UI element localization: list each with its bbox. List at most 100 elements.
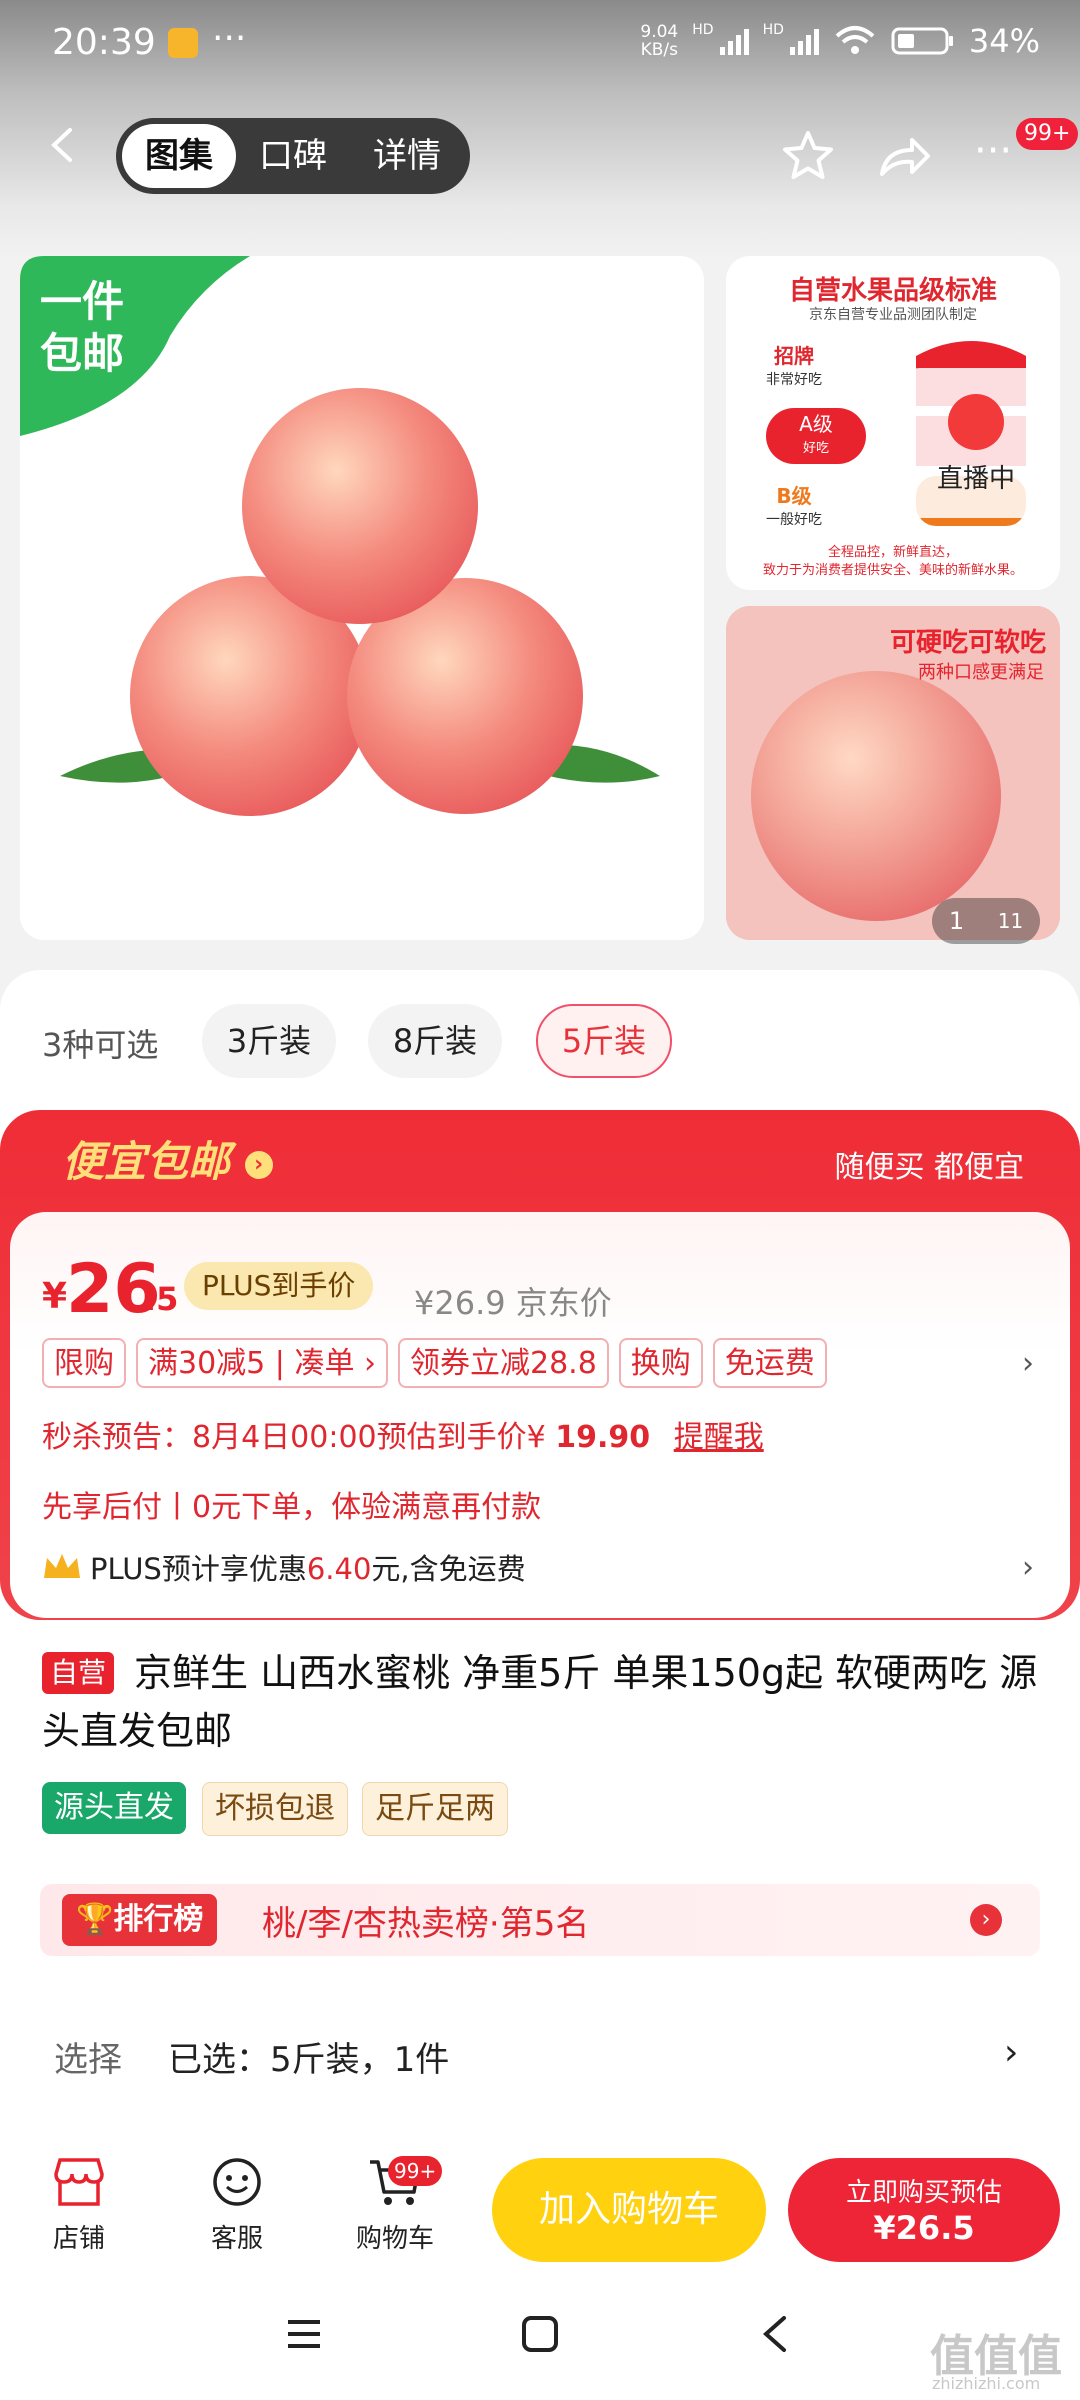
- grade-signature: 招牌: [774, 344, 814, 368]
- cart-badge: 99+: [388, 2156, 443, 2186]
- favorite-star-icon[interactable]: [780, 128, 836, 184]
- promo-tags: 限购 满30减5 | 凑单 › 领券立减28.8 换购 免运费: [42, 1338, 827, 1388]
- share-icon[interactable]: [876, 128, 932, 184]
- more-menu-icon[interactable]: ···: [974, 128, 1012, 174]
- back-arrow-icon[interactable]: [46, 128, 80, 162]
- self-operated-badge: 自营: [42, 1652, 115, 1694]
- live-stream-badge[interactable]: 直播中: [904, 368, 1048, 518]
- customer-service-button[interactable]: 客服: [182, 2156, 292, 2255]
- battery-icon: [891, 27, 953, 55]
- more-notifications-icon: ···: [212, 18, 247, 59]
- free-shipping-label: 一件 包邮: [40, 276, 124, 380]
- trophy-icon: 🏆: [76, 1902, 114, 1937]
- system-nav-bar: [0, 2290, 1080, 2400]
- buy-now-button[interactable]: 立即购买预估 ¥26.5: [788, 2158, 1060, 2262]
- plus-savings-label: PLUS预计享优惠: [90, 1552, 307, 1586]
- grade-b: B级: [776, 484, 812, 508]
- grade-signature-sub: 非常好吃: [766, 372, 822, 388]
- tag-limit[interactable]: 限购: [42, 1338, 126, 1388]
- grade-a: A级: [799, 412, 833, 436]
- selection-chevron-icon[interactable]: ›: [1004, 2032, 1018, 2073]
- net-speed-unit: KB/s: [640, 40, 679, 60]
- tag-damage-refund: 坏损包退: [202, 1782, 348, 1836]
- selection-value: 已选：5斤装，1件: [168, 2040, 450, 2080]
- thumbnail-peach-texture[interactable]: 可硬吃可软吃 两种口感更满足: [726, 606, 1060, 940]
- signal-icon-1: [719, 27, 749, 55]
- grade-footer-2: 致力于为消费者提供安全、美味的新鲜水果。: [762, 563, 1023, 578]
- option-5jin-selected[interactable]: 5斤装: [536, 1004, 672, 1078]
- view-tabs: 图集 口碑 详情: [116, 118, 470, 194]
- status-right: 9.04 KB/s HD HD 34%: [640, 22, 1040, 60]
- tab-gallery[interactable]: 图集: [122, 124, 236, 188]
- texture-title: 可硬吃可软吃: [889, 628, 1046, 658]
- ranking-text: 桃/李/杏热卖榜·第5名: [262, 1904, 590, 1944]
- shop-label: 店铺: [52, 2224, 105, 2254]
- counter-total: 11: [997, 909, 1024, 933]
- tag-discount-bundle[interactable]: 满30减5 | 凑单 ›: [136, 1338, 388, 1388]
- texture-subtitle: 两种口感更满足: [918, 662, 1044, 683]
- customer-service-label: 客服: [210, 2224, 263, 2254]
- network-speed: 9.04 KB/s: [640, 23, 678, 59]
- grade-standard-subtitle: 京东自营专业品测团队制定: [809, 307, 977, 323]
- menu-icon[interactable]: [284, 2314, 324, 2354]
- promo-title-text: 便宜包邮: [62, 1137, 231, 1186]
- battery-percent: 34%: [968, 22, 1040, 60]
- jd-price: ¥26.9 京东价: [414, 1284, 612, 1322]
- promo-tags-chevron-icon[interactable]: ›: [1022, 1346, 1034, 1381]
- price-currency: ¥: [42, 1276, 68, 1317]
- option-3jin[interactable]: 3斤装: [202, 1004, 336, 1078]
- hd-label-2: HD: [762, 22, 784, 38]
- tag-exchange[interactable]: 换购: [618, 1338, 703, 1388]
- home-icon[interactable]: [520, 2314, 560, 2354]
- shop-icon: [54, 2158, 104, 2206]
- customer-service-icon: [213, 2158, 261, 2206]
- plus-savings-suffix: 元,含免运费: [371, 1552, 526, 1586]
- buy-now-label: 立即购买预估: [845, 2178, 1002, 2208]
- buy-now-price: ¥26.5: [873, 2209, 975, 2247]
- grade-b-sub: 一般好吃: [766, 512, 822, 528]
- plus-savings[interactable]: PLUS预计享优惠6.40元,含免运费: [42, 1546, 526, 1588]
- seckill-notice: 秒杀预告：8月4日00:00预估到手价¥ 19.90 提醒我: [42, 1412, 764, 1456]
- tag-coupon[interactable]: 领券立减28.8: [397, 1338, 609, 1388]
- ranking-tag: 🏆排行榜: [62, 1894, 218, 1946]
- grade-standard-title: 自营水果品级标准: [788, 276, 997, 306]
- cart-label: 购物车: [355, 2224, 434, 2254]
- ranking-arrow-icon[interactable]: ›: [970, 1904, 1002, 1936]
- message-badge: 99+: [1016, 118, 1079, 150]
- promo-slogan: 随便买 都便宜: [834, 1150, 1024, 1185]
- plus-savings-amount: 6.40: [306, 1552, 372, 1586]
- tab-reviews[interactable]: 口碑: [236, 124, 350, 188]
- add-to-cart-button[interactable]: 加入购物车: [492, 2158, 766, 2262]
- plus-price-tag: PLUS到手价: [184, 1262, 374, 1310]
- nav-back-icon[interactable]: [756, 2314, 796, 2354]
- hd-label-1: HD: [692, 22, 714, 38]
- ribbon-line-2: 包邮: [40, 329, 125, 378]
- plus-chevron-icon[interactable]: ›: [1022, 1550, 1034, 1585]
- status-bar: 20:39 ··· 9.04 KB/s HD HD 34%: [0, 0, 1080, 96]
- ribbon-line-1: 一件: [40, 277, 125, 326]
- selection-label: 选择: [54, 2040, 122, 2080]
- live-label: 直播中: [936, 464, 1015, 494]
- pay-later-text[interactable]: 先享后付丨0元下单，体验满意再付款: [42, 1482, 541, 1526]
- image-counter: 1 11: [932, 898, 1040, 944]
- seckill-price: 19.90: [555, 1420, 651, 1455]
- live-icon: [948, 394, 1004, 450]
- remind-me-link[interactable]: 提醒我: [674, 1420, 764, 1455]
- tag-free-shipping[interactable]: 免运费: [712, 1338, 827, 1388]
- promo-arrow-icon: ›: [244, 1150, 273, 1179]
- watermark-sub: zhizhizhi.com: [932, 2374, 1041, 2393]
- tag-full-weight: 足斤足两: [362, 1782, 508, 1836]
- signal-icon-2: [789, 27, 819, 55]
- seckill-text: 秒杀预告：8月4日00:00预估到手价¥: [42, 1420, 556, 1455]
- option-8jin[interactable]: 8斤装: [368, 1004, 502, 1078]
- grade-footer-1: 全程品控，新鲜直达，: [827, 545, 958, 560]
- crown-icon: [44, 1554, 80, 1578]
- price-decimal: .5: [144, 1280, 179, 1318]
- shop-button[interactable]: 店铺: [24, 2156, 134, 2255]
- counter-current: 1: [948, 907, 965, 935]
- app-notification-icon: [168, 28, 198, 58]
- options-count: 3种可选: [42, 1026, 159, 1064]
- promo-title[interactable]: 便宜包邮 ›: [62, 1128, 273, 1189]
- grade-a-sub: 好吃: [802, 441, 829, 456]
- tab-details[interactable]: 详情: [350, 124, 464, 188]
